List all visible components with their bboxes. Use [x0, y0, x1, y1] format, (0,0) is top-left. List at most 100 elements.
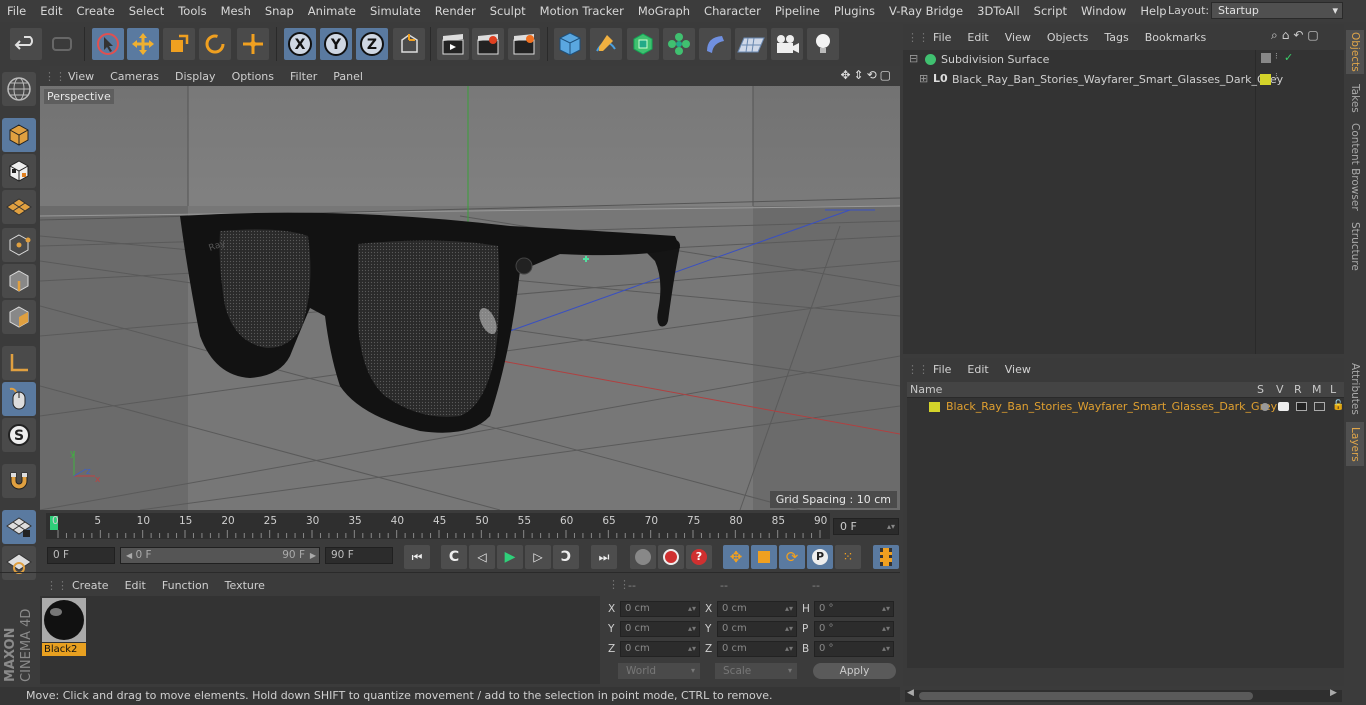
keyframe-selection-button[interactable]: ? [686, 545, 712, 569]
start-frame-field[interactable]: 0 F [47, 547, 115, 564]
rot-h-field[interactable]: 0 ° ▴▾ [814, 601, 894, 617]
tree-row-glasses[interactable]: ⊞ L0 Black_Ray_Ban_Stories_Wayfarer_Smar… [903, 72, 1344, 89]
render-clapboard-icon[interactable] [1296, 402, 1307, 411]
drag-handle-icon[interactable]: ⋮⋮ [608, 578, 630, 591]
key-position-button[interactable]: ✥ [723, 545, 749, 569]
previous-frame-button[interactable]: ◁ [469, 545, 495, 569]
previous-key-button[interactable]: C [441, 545, 467, 569]
render-view-button[interactable] [437, 28, 469, 60]
workplane-lock-button[interactable] [2, 510, 36, 544]
next-key-button[interactable]: Ↄ [553, 545, 579, 569]
scrollbar-thumb[interactable] [919, 692, 1253, 700]
material-thumbnail[interactable]: Black2 [42, 598, 86, 656]
obj-menu-bookmarks[interactable]: Bookmarks [1137, 31, 1214, 44]
menu-edit[interactable]: Edit [33, 0, 69, 22]
points-mode-button[interactable] [2, 228, 36, 262]
menu-mesh[interactable]: Mesh [214, 0, 258, 22]
record-keys-button[interactable] [630, 545, 656, 569]
make-editable-button[interactable] [2, 72, 36, 106]
manager-icon[interactable] [1314, 402, 1325, 411]
timeline-window-button[interactable] [873, 545, 899, 569]
autokey-button[interactable] [658, 545, 684, 569]
visibility-dots-icon[interactable]: ⁝ [1275, 52, 1278, 62]
viewport-nav-icons[interactable]: ✥⇕⟲▢ [840, 68, 894, 82]
cube-button[interactable] [554, 28, 586, 60]
menu-mograph[interactable]: MoGraph [631, 0, 697, 22]
deformer-button[interactable] [699, 28, 731, 60]
tab-objects[interactable]: Objects [1346, 30, 1364, 74]
menu-render[interactable]: Render [428, 0, 483, 22]
live-selection-button[interactable] [92, 28, 124, 60]
manager-column-header[interactable]: M [1312, 383, 1322, 396]
key-parameter-button[interactable]: P [807, 545, 833, 569]
mat-menu-edit[interactable]: Edit [117, 579, 154, 592]
y-axis-lock-button[interactable]: Y [320, 28, 352, 60]
layer-menu-view[interactable]: View [997, 363, 1039, 376]
apply-button[interactable]: Apply [813, 663, 896, 679]
tab-takes[interactable]: Takes [1346, 80, 1364, 116]
go-to-end-button[interactable]: ⏭ [591, 545, 617, 569]
layer-menu-file[interactable]: File [925, 363, 959, 376]
z-axis-lock-button[interactable]: Z [356, 28, 388, 60]
drag-handle-icon[interactable]: ⋮⋮ [907, 31, 929, 44]
workplane-button[interactable] [2, 190, 36, 224]
tab-structure[interactable]: Structure [1346, 218, 1364, 274]
rot-b-field[interactable]: 0 ° ▴▾ [814, 641, 894, 657]
light-button[interactable] [807, 28, 839, 60]
menu-file[interactable]: File [0, 0, 33, 22]
size-y-field[interactable]: 0 cm ▴▾ [717, 621, 797, 637]
mat-menu-function[interactable]: Function [154, 579, 217, 592]
collapse-icon[interactable]: ⊟ [909, 52, 918, 65]
key-pla-button[interactable]: ⁙ [835, 545, 861, 569]
scroll-left-icon[interactable]: ◀ [907, 688, 914, 698]
editor-visibility-icon[interactable] [1261, 53, 1271, 63]
menu-3dtoall[interactable]: 3DToAll [970, 0, 1027, 22]
obj-menu-view[interactable]: View [997, 31, 1039, 44]
size-mode-select[interactable]: Scale ▾ [715, 663, 797, 679]
layer-horizontal-scrollbar[interactable]: ◀ ▶ [905, 688, 1342, 702]
solo-button[interactable]: S [2, 418, 36, 452]
cloner-button[interactable] [663, 28, 695, 60]
object-manager-nav-icons[interactable]: ⌕⌂↶▢ [1271, 28, 1323, 43]
scroll-right-icon[interactable]: ▶ [1330, 688, 1337, 698]
menu-character[interactable]: Character [697, 0, 768, 22]
pen-spline-button[interactable] [590, 28, 622, 60]
redo-button[interactable] [46, 28, 78, 60]
menu-plugins[interactable]: Plugins [827, 0, 882, 22]
menu-simulate[interactable]: Simulate [363, 0, 428, 22]
expand-icon[interactable]: ⊞ [919, 72, 928, 85]
layer-row[interactable]: Black_Ray_Ban_Stories_Wayfarer_Smart_Gla… [907, 399, 1344, 416]
menu-tools[interactable]: Tools [171, 0, 213, 22]
menu-window[interactable]: Window [1074, 0, 1133, 22]
menu-select[interactable]: Select [122, 0, 171, 22]
drag-handle-icon[interactable]: ⋮⋮ [44, 70, 66, 83]
render-column-header[interactable]: R [1294, 383, 1302, 396]
end-frame-field[interactable]: 90 F [325, 547, 393, 564]
layer-color-swatch[interactable] [929, 402, 940, 412]
texture-mode-button[interactable] [2, 154, 36, 188]
frame-range-slider[interactable]: ◀ 0 F 90 F ▶ [120, 547, 320, 564]
vp-menu-display[interactable]: Display [167, 70, 224, 83]
key-scale-button[interactable] [751, 545, 777, 569]
eye-icon[interactable] [1278, 402, 1289, 411]
pos-z-field[interactable]: 0 cm ▴▾ [620, 641, 700, 657]
tab-layers[interactable]: Layers [1346, 422, 1364, 466]
obj-menu-edit[interactable]: Edit [959, 31, 996, 44]
menu-pipeline[interactable]: Pipeline [768, 0, 827, 22]
key-rotation-button[interactable]: ⟳ [779, 545, 805, 569]
visibility-dots-icon[interactable]: ⁝ [1275, 72, 1278, 82]
menu-vray-bridge[interactable]: V-Ray Bridge [882, 0, 970, 22]
drag-handle-icon[interactable]: ⋮⋮ [907, 363, 929, 376]
subdivision-surface-button[interactable] [627, 28, 659, 60]
camera-button[interactable] [771, 28, 803, 60]
pos-x-field[interactable]: 0 cm ▴▾ [620, 601, 700, 617]
edges-mode-button[interactable] [2, 264, 36, 298]
polygons-mode-button[interactable] [2, 300, 36, 334]
x-axis-lock-button[interactable]: X [284, 28, 316, 60]
menu-create[interactable]: Create [70, 0, 122, 22]
go-to-start-button[interactable]: ⏮ [404, 545, 430, 569]
locked-column-header[interactable]: L [1330, 383, 1336, 396]
vp-menu-cameras[interactable]: Cameras [102, 70, 167, 83]
obj-menu-tags[interactable]: Tags [1096, 31, 1136, 44]
view-column-header[interactable]: V [1276, 383, 1284, 396]
